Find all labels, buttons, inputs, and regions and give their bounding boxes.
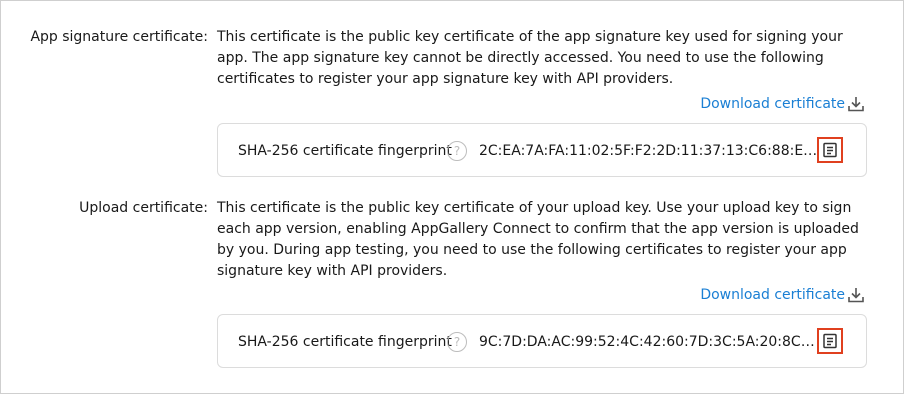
- app-signature-download-link[interactable]: Download certificate: [700, 94, 865, 114]
- copy-fingerprint-button[interactable]: [817, 328, 843, 354]
- fingerprint-value: 2C:EA:7A:FA:11:02:5F:F2:2D:11:37:13:C6:8…: [479, 143, 819, 159]
- fingerprint-label: SHA-256 certificate fingerprint: [238, 334, 452, 350]
- fingerprint-label: SHA-256 certificate fingerprint: [238, 143, 452, 159]
- upload-description: This certificate is the public key certi…: [217, 200, 859, 279]
- download-icon: [847, 286, 865, 304]
- copy-fingerprint-button[interactable]: [817, 137, 843, 163]
- download-link-label: Download certificate: [700, 287, 845, 303]
- upload-fingerprint-box: SHA-256 certificate fingerprint ? 9C:7D:…: [217, 314, 867, 368]
- upload-label: Upload certificate:: [79, 200, 208, 216]
- upload-download-link[interactable]: Download certificate: [700, 285, 865, 305]
- question-circle-icon[interactable]: ?: [447, 141, 467, 161]
- copy-icon: [823, 333, 837, 349]
- app-signature-fingerprint-box: SHA-256 certificate fingerprint ? 2C:EA:…: [217, 123, 867, 177]
- app-signature-label: App signature certificate:: [30, 29, 208, 45]
- fingerprint-value: 9C:7D:DA:AC:99:52:4C:42:60:7D:3C:5A:20:8…: [479, 334, 819, 350]
- copy-icon: [823, 142, 837, 158]
- question-circle-icon[interactable]: ?: [447, 332, 467, 352]
- download-link-label: Download certificate: [700, 96, 845, 112]
- app-signature-description: This certificate is the public key certi…: [217, 29, 843, 87]
- certificate-panel: App signature certificate: This certific…: [0, 0, 904, 394]
- download-icon: [847, 95, 865, 113]
